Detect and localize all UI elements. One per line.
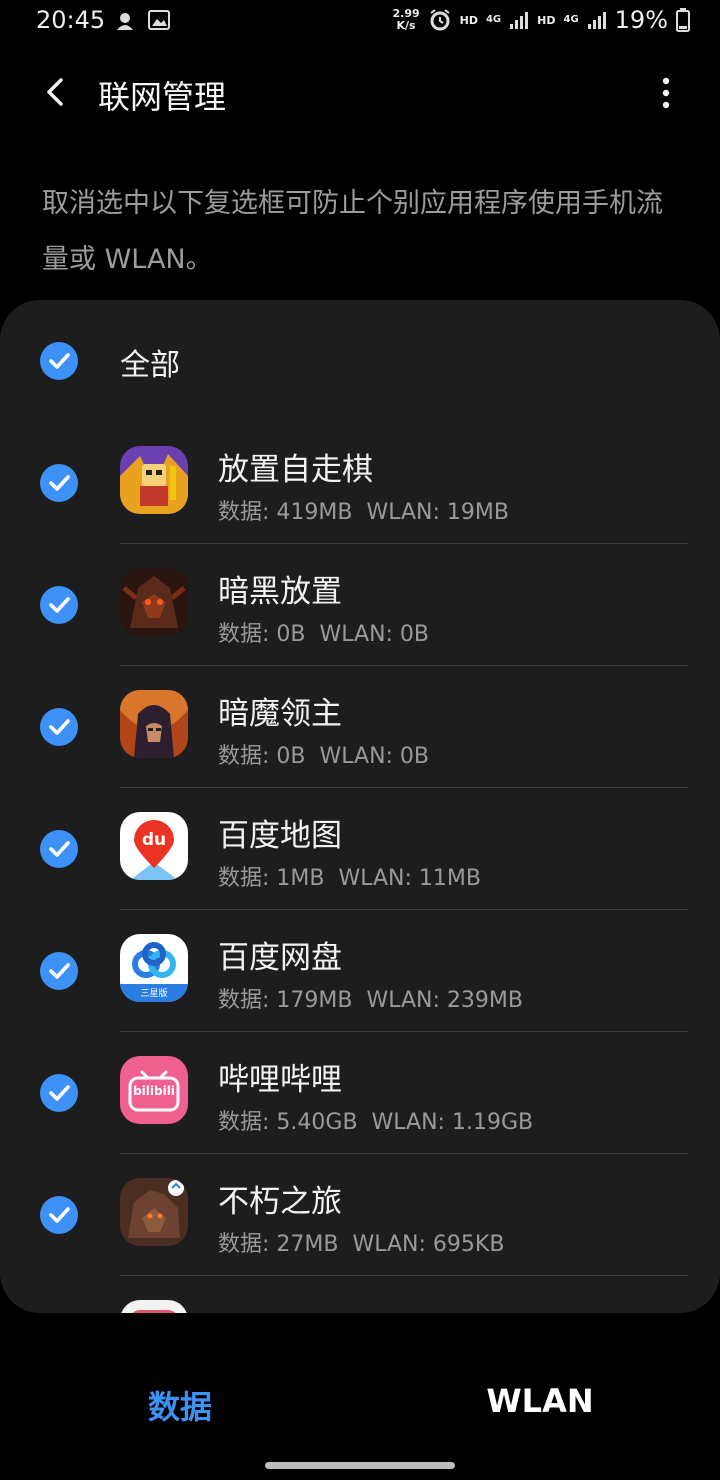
app-name: 不朽之旅 [218, 1184, 342, 1220]
baidu-map-app-icon: du [120, 812, 188, 880]
status-bar: 20:45 2.99 K/s HD 4G HD 4G 19% [0, 0, 720, 44]
more-vert-icon [662, 77, 670, 109]
hd-label-2: HD [537, 13, 556, 27]
network-type-1: 4G [485, 14, 502, 25]
checkmark-icon [49, 963, 70, 979]
signal-icon [587, 12, 606, 29]
status-right-group: 2.99 K/s HD 4G HD 4G 19% [392, 6, 690, 34]
app-row[interactable]: bilibili 哔哩哔哩 数据: 5.40GB WLAN: 1.19GB [0, 1032, 720, 1154]
wlan-usage: WLAN: 239MB [366, 988, 523, 1013]
tab-wlan[interactable]: WLAN [360, 1382, 720, 1420]
checkmark-icon [49, 841, 70, 857]
back-button[interactable] [36, 72, 76, 112]
tab-mobile-data[interactable]: 数据 [0, 1382, 360, 1428]
notification-icon [117, 13, 133, 30]
dark-lord-app-icon [120, 690, 188, 758]
mobile-data-usage: 数据: 5.40GB [218, 1110, 358, 1135]
auto-chess-app-icon [120, 446, 188, 514]
speed-unit: K/s [396, 19, 416, 32]
select-all-label: 全部 [120, 348, 180, 383]
gallery-icon [148, 10, 170, 30]
more-options-button[interactable] [652, 76, 680, 110]
select-all-row[interactable]: 全部 [0, 300, 720, 418]
mobile-data-usage: 数据: 0B [218, 744, 306, 769]
wlan-usage: WLAN: 0B [319, 744, 430, 769]
wlan-usage: WLAN: 0B [319, 622, 430, 647]
app-usage: 数据: 5.40GB WLAN: 1.19GB [218, 1104, 547, 1136]
app-checkbox[interactable] [40, 464, 78, 502]
checkmark-icon [49, 353, 70, 369]
app-usage: 数据: 419MB WLAN: 19MB [218, 494, 523, 526]
app-usage: 数据: 0B WLAN: 0B [218, 738, 443, 770]
app-name: 哔哩哔哩 [218, 1062, 342, 1098]
battery-percent: 19% [614, 6, 668, 34]
partial-app-icon [120, 1300, 188, 1313]
mobile-data-usage: 数据: 179MB [218, 988, 353, 1013]
app-row[interactable]: du 百度地图 数据: 1MB WLAN: 11MB [0, 788, 720, 910]
app-row[interactable]: 不朽之旅 数据: 27MB WLAN: 695KB [0, 1154, 720, 1276]
status-time: 20:45 [36, 6, 106, 34]
mobile-data-usage: 数据: 27MB [218, 1232, 339, 1257]
app-usage: 数据: 179MB WLAN: 239MB [218, 982, 537, 1014]
page-title: 联网管理 [98, 78, 227, 116]
select-all-checkbox[interactable] [40, 342, 78, 380]
mobile-data-usage: 数据: 1MB [218, 866, 325, 891]
wlan-usage: WLAN: 19MB [366, 500, 509, 525]
network-speed: 2.99 K/s [392, 8, 419, 32]
alarm-icon [430, 9, 450, 31]
wlan-usage: WLAN: 695KB [352, 1232, 505, 1257]
back-arrow-icon [47, 78, 63, 106]
checkmark-icon [49, 1207, 70, 1223]
hd-label-1: HD [459, 13, 478, 27]
app-usage: 数据: 27MB WLAN: 695KB [218, 1226, 518, 1258]
mobile-data-usage: 数据: 419MB [218, 500, 353, 525]
app-name: 放置自走棋 [218, 452, 373, 488]
signal-icon [510, 12, 529, 29]
app-name: 百度网盘 [218, 940, 342, 976]
app-checkbox[interactable] [40, 1196, 78, 1234]
app-name: 暗魔领主 [218, 696, 342, 732]
bilibili-app-icon: bilibili [120, 1056, 188, 1124]
checkmark-icon [49, 597, 70, 613]
app-checkbox[interactable] [40, 1074, 78, 1112]
app-row[interactable]: 三星版 百度网盘 数据: 179MB WLAN: 239MB [0, 910, 720, 1032]
dark-idle-app-icon [120, 568, 188, 636]
netdisk-badge-text: 三星版 [140, 989, 168, 999]
app-checkbox[interactable] [40, 952, 78, 990]
app-checkbox[interactable] [40, 586, 78, 624]
wlan-usage: WLAN: 11MB [338, 866, 481, 891]
home-indicator[interactable] [265, 1462, 455, 1469]
mobile-data-usage: 数据: 0B [218, 622, 306, 647]
app-list-card: 全部 放置自走棋 数据: 419MB WLAN: 19MB 暗黑放置 数据: 0… [0, 300, 720, 1313]
battery-icon [676, 8, 690, 32]
baidu-map-logo-text: du [141, 830, 167, 850]
app-name: 暗黑放置 [218, 574, 342, 610]
app-header: 联网管理 [0, 60, 720, 130]
baidu-netdisk-app-icon: 三星版 [120, 934, 188, 1002]
bottom-tab-bar: 数据 WLAN [0, 1360, 720, 1450]
wlan-usage: WLAN: 1.19GB [371, 1110, 534, 1135]
app-usage: 数据: 0B WLAN: 0B [218, 616, 443, 648]
app-name: 百度地图 [218, 818, 342, 854]
app-row[interactable]: 暗魔领主 数据: 0B WLAN: 0B [0, 666, 720, 788]
bilibili-logo-text: bilibili [133, 1084, 175, 1098]
app-row[interactable]: 暗黑放置 数据: 0B WLAN: 0B [0, 544, 720, 666]
checkmark-icon [49, 719, 70, 735]
app-usage: 数据: 1MB WLAN: 11MB [218, 860, 495, 892]
network-type-2: 4G [563, 14, 579, 25]
immortal-journey-app-icon [120, 1178, 188, 1246]
checkmark-icon [49, 1085, 70, 1101]
app-row[interactable]: 放置自走棋 数据: 419MB WLAN: 19MB [0, 422, 720, 544]
description-text: 取消选中以下复选框可防止个别应用程序使用手机流量或 WLAN。 [42, 188, 663, 275]
app-checkbox[interactable] [40, 830, 78, 868]
checkmark-icon [49, 475, 70, 491]
app-row-partial[interactable] [0, 1276, 720, 1313]
app-checkbox[interactable] [40, 708, 78, 746]
